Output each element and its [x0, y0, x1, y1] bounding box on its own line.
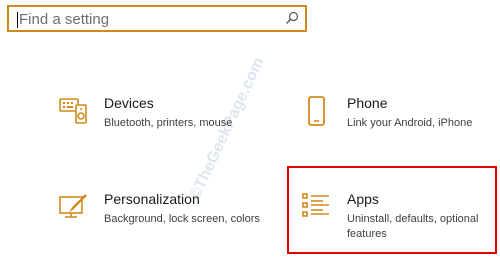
phone-title: Phone: [347, 95, 388, 111]
devices-title: Devices: [104, 95, 154, 111]
text-caret: [17, 12, 18, 28]
search-box[interactable]: [7, 5, 307, 32]
personalization-tile[interactable]: Personalization Background, lock screen,…: [58, 191, 260, 251]
apps-list-icon: [302, 193, 329, 217]
search-input[interactable]: [19, 9, 279, 29]
paintbrush-icon: [59, 194, 87, 218]
personalization-title: Personalization: [104, 191, 200, 207]
apps-description: Uninstall, defaults, optional features: [347, 213, 479, 240]
apps-tile[interactable]: Apps Uninstall, defaults, optional featu…: [301, 191, 500, 251]
apps-title: Apps: [347, 191, 379, 207]
search-icon[interactable]: [285, 11, 299, 25]
keyboard-speaker-icon: [59, 98, 87, 124]
devices-description: Bluetooth, printers, mouse: [104, 117, 233, 129]
phone-tile[interactable]: Phone Link your Android, iPhone: [301, 95, 500, 155]
personalization-description: Background, lock screen, colors: [104, 213, 260, 225]
phone-description: Link your Android, iPhone: [347, 117, 473, 129]
phone-icon: [308, 96, 325, 126]
devices-tile[interactable]: Devices Bluetooth, printers, mouse: [58, 95, 258, 155]
